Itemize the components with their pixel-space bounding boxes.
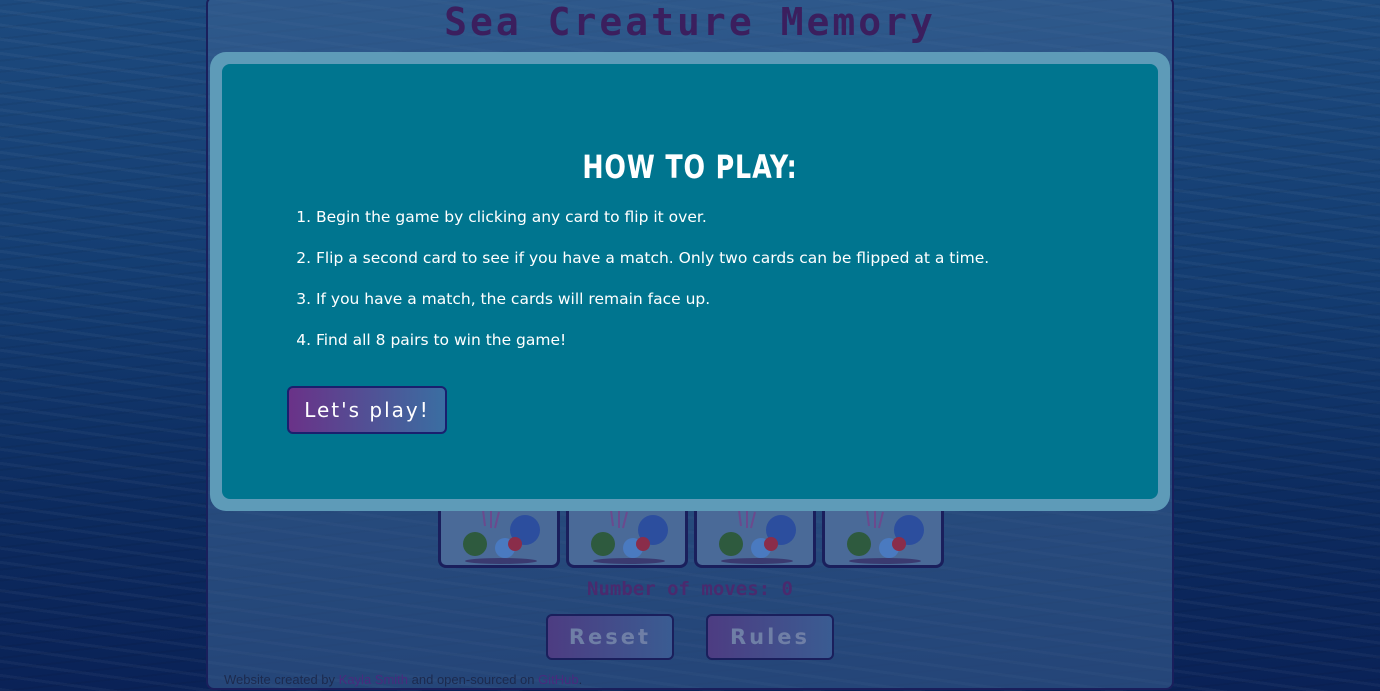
memory-card[interactable] bbox=[822, 504, 944, 568]
rule-item: 4. Find all 8 pairs to win the game! bbox=[288, 331, 1108, 372]
rule-item: 2. Flip a second card to see if you have… bbox=[288, 249, 1108, 290]
footer-credits: Website created by Kayla Smith and open-… bbox=[224, 672, 582, 687]
rule-number: 2. bbox=[296, 249, 311, 267]
rule-text: If you have a match, the cards will rema… bbox=[315, 290, 711, 308]
footer-suffix: . bbox=[578, 672, 583, 687]
rule-item: 1. Begin the game by clicking any card t… bbox=[288, 208, 1108, 249]
rule-text: Flip a second card to see if you have a … bbox=[315, 249, 990, 267]
card-row bbox=[438, 504, 944, 568]
coral-reef-icon bbox=[719, 508, 796, 564]
rule-number: 4. bbox=[296, 331, 311, 349]
rule-item: 3. If you have a match, the cards will r… bbox=[288, 290, 1108, 331]
footer-middle: and open-sourced on bbox=[408, 672, 539, 687]
memory-card[interactable] bbox=[566, 504, 688, 568]
game-title: Sea Creature Memory bbox=[444, 0, 936, 44]
rules-modal: HOW TO PLAY: 1. Begin the game by clicki… bbox=[210, 52, 1170, 511]
rule-number: 3. bbox=[296, 290, 311, 308]
lets-play-button[interactable]: Let's play! bbox=[287, 386, 447, 434]
rules-modal-content: HOW TO PLAY: 1. Begin the game by clicki… bbox=[222, 64, 1158, 499]
moves-counter: Number of moves: 0 bbox=[587, 578, 793, 600]
memory-card[interactable] bbox=[694, 504, 816, 568]
github-link[interactable]: GitHub bbox=[538, 672, 578, 687]
rules-button[interactable]: Rules bbox=[706, 614, 834, 660]
rule-text: Begin the game by clicking any card to f… bbox=[315, 208, 707, 226]
coral-reef-icon bbox=[847, 508, 924, 564]
author-link[interactable]: Kayla Smith bbox=[339, 672, 408, 687]
coral-reef-icon bbox=[591, 508, 668, 564]
rule-text: Find all 8 pairs to win the game! bbox=[315, 331, 567, 349]
memory-card[interactable] bbox=[438, 504, 560, 568]
rules-list: 1. Begin the game by clicking any card t… bbox=[288, 208, 1108, 372]
reset-button[interactable]: Reset bbox=[546, 614, 674, 660]
rule-number: 1. bbox=[296, 208, 311, 226]
coral-reef-icon bbox=[463, 508, 540, 564]
footer-prefix: Website created by bbox=[224, 672, 339, 687]
modal-title: HOW TO PLAY: bbox=[582, 148, 798, 186]
